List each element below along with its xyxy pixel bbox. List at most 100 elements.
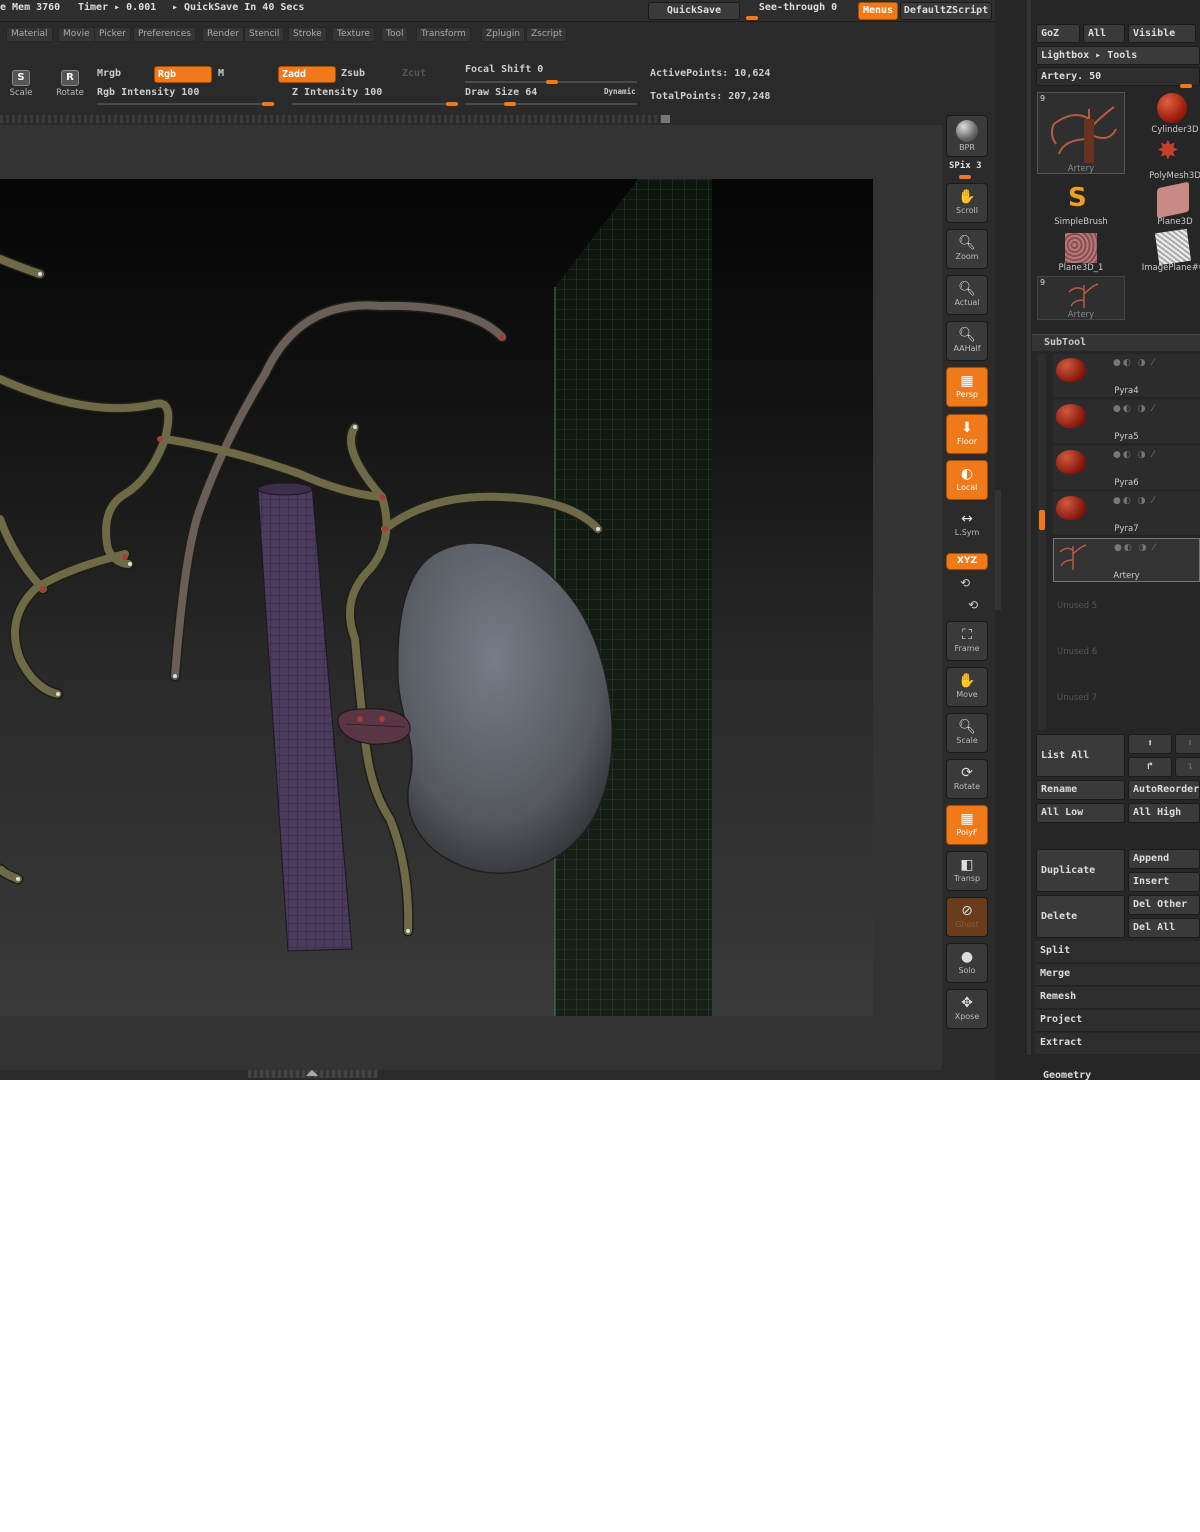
zsub-button[interactable]: Zsub: [341, 68, 365, 79]
imageplane-thumb-icon[interactable]: [1154, 228, 1192, 266]
goz-button[interactable]: GoZ: [1036, 24, 1080, 43]
bpr-button[interactable]: BPR: [946, 115, 988, 157]
current-tool-knob[interactable]: [1180, 84, 1192, 88]
floor-button[interactable]: ⬇ Floor: [946, 414, 988, 454]
del-other-button[interactable]: Del Other: [1128, 895, 1200, 915]
project-button[interactable]: Project: [1035, 1010, 1200, 1032]
scale-tool[interactable]: S Scale: [8, 70, 34, 98]
polyf-button[interactable]: ▦ PolyF: [946, 805, 988, 845]
rotate-tool[interactable]: R Rotate: [54, 70, 86, 98]
menu-item-movie[interactable]: Movie: [58, 27, 95, 42]
see-through-knob[interactable]: [746, 16, 758, 20]
xpose-button[interactable]: ✥ Xpose: [946, 989, 988, 1029]
split-button[interactable]: Split: [1035, 941, 1200, 963]
del-all-button[interactable]: Del All: [1128, 918, 1200, 938]
menu-item-stroke[interactable]: Stroke: [288, 27, 327, 42]
quicksave-button[interactable]: QuickSave: [648, 2, 740, 20]
xyz-button[interactable]: XYZ: [946, 553, 988, 570]
zadd-button[interactable]: Zadd: [278, 66, 336, 83]
actual-button[interactable]: 🔍︎ Actual: [946, 275, 988, 315]
polymesh3d-thumb-icon[interactable]: ✸: [1157, 137, 1179, 165]
subtool-toggle-icons[interactable]: ●◐ ◑ ⁄: [1113, 404, 1156, 414]
tool-thumb-artery-2[interactable]: 9 Artery: [1037, 276, 1125, 320]
subtool-scrollbar[interactable]: [1038, 354, 1046, 730]
plane3d-1-thumb-icon[interactable]: [1065, 233, 1097, 263]
menu-item-transform[interactable]: Transform: [416, 27, 471, 42]
autoreorder-button[interactable]: AutoReorder: [1128, 780, 1200, 800]
transp-button[interactable]: ◧ Transp: [946, 851, 988, 891]
menu-item-texture[interactable]: Texture: [332, 27, 375, 42]
goz-visible-button[interactable]: Visible: [1128, 24, 1196, 43]
move-button[interactable]: ✋ Move: [946, 667, 988, 707]
lsym-button[interactable]: ↔ L.Sym: [946, 506, 988, 546]
rgb-button[interactable]: Rgb: [154, 66, 212, 83]
menu-item-picker[interactable]: Picker: [94, 27, 131, 42]
subtool-item[interactable]: ●◐ ◑ ⁄ Pyra6: [1053, 446, 1200, 490]
menus-button[interactable]: Menus: [858, 2, 898, 20]
list-all-button[interactable]: List All: [1036, 734, 1125, 777]
scale-button[interactable]: 🔍︎ Scale: [946, 713, 988, 753]
rotate-button[interactable]: ⟳ Rotate: [946, 759, 988, 799]
persp-button[interactable]: ▦ Persp: [946, 367, 988, 407]
subtool-toggle-icons[interactable]: ●◐ ◑ ⁄: [1113, 450, 1156, 460]
frame-button[interactable]: ⛶ Frame: [946, 621, 988, 661]
goz-all-button[interactable]: All: [1083, 24, 1125, 43]
tool-thumb-artery[interactable]: 9 Artery: [1037, 92, 1125, 174]
see-through-slider[interactable]: See-through 0: [744, 1, 852, 19]
zoom-button[interactable]: 🔍︎ Zoom: [946, 229, 988, 269]
duplicate-button[interactable]: Duplicate: [1036, 849, 1125, 892]
ghost-button[interactable]: ⊘ Ghost: [946, 897, 988, 937]
menu-item-material[interactable]: Material: [6, 27, 53, 42]
zcut-button[interactable]: Zcut: [402, 68, 426, 79]
subtool-toggle-icons[interactable]: ●◐ ◑ ⁄: [1114, 543, 1157, 553]
rotate-y-icon[interactable]: ⟲: [960, 576, 970, 590]
insert-button[interactable]: Insert: [1128, 872, 1200, 892]
panel-collapse-handle[interactable]: [995, 490, 1001, 610]
subtool-header[interactable]: SubTool: [1032, 334, 1200, 351]
shelf-scroll-handle[interactable]: [661, 115, 670, 123]
rename-button[interactable]: Rename: [1036, 780, 1125, 800]
rgb-intensity-slider[interactable]: [97, 103, 275, 105]
tray-toggle-icon[interactable]: ◢◣: [300, 1069, 324, 1077]
redo-arrow-icon[interactable]: ↱: [1128, 757, 1172, 777]
menu-item-tool[interactable]: Tool: [381, 27, 409, 42]
subtool-item[interactable]: ●◐ ◑ ⁄ Pyra4: [1053, 354, 1200, 398]
delete-button[interactable]: Delete: [1036, 895, 1125, 938]
z-intensity-knob[interactable]: [446, 102, 458, 106]
unused-slot[interactable]: Unused 6: [1057, 647, 1097, 657]
rotate-z-icon[interactable]: ⟲: [968, 598, 978, 612]
draw-size-slider[interactable]: [465, 103, 637, 105]
append-button[interactable]: Append: [1128, 849, 1200, 869]
all-high-button[interactable]: All High: [1128, 803, 1200, 823]
dynamic-toggle[interactable]: Dynamic: [604, 87, 636, 96]
extract-button[interactable]: Extract: [1035, 1033, 1200, 1055]
menu-item-render[interactable]: Render: [202, 27, 245, 42]
lightbox-tools-button[interactable]: Lightbox ▸ Tools: [1036, 46, 1200, 65]
current-tool-slider[interactable]: Artery. 50: [1036, 67, 1200, 86]
default-zscript-button[interactable]: DefaultZScript: [900, 2, 992, 20]
m-button[interactable]: M: [218, 68, 224, 79]
lower-arrow-icon[interactable]: ↴: [1175, 757, 1200, 777]
geometry-header[interactable]: Geometry: [1043, 1070, 1091, 1080]
local-button[interactable]: ◐ Local: [946, 460, 988, 500]
cylinder3d-thumb-icon[interactable]: [1157, 93, 1187, 123]
unused-slot[interactable]: Unused 7: [1057, 693, 1097, 703]
menu-item-zscript[interactable]: Zscript: [526, 27, 568, 42]
mrgb-button[interactable]: Mrgb: [97, 68, 121, 79]
subtool-item[interactable]: ●◐ ◑ ⁄ Pyra7: [1053, 492, 1200, 536]
subtool-toggle-icons[interactable]: ●◐ ◑ ⁄: [1113, 358, 1156, 368]
move-up-icon[interactable]: ⬆: [1128, 734, 1172, 754]
rgb-intensity-knob[interactable]: [262, 102, 274, 106]
all-low-button[interactable]: All Low: [1036, 803, 1125, 823]
scroll-button[interactable]: ✋ Scroll: [946, 183, 988, 223]
subtool-item[interactable]: ●◐ ◑ ⁄ Pyra5: [1053, 400, 1200, 444]
merge-button[interactable]: Merge: [1035, 964, 1200, 986]
subtool-scroll-thumb[interactable]: [1039, 510, 1045, 530]
unused-slot[interactable]: Unused 5: [1057, 601, 1097, 611]
remesh-button[interactable]: Remesh: [1035, 987, 1200, 1009]
simplebrush-thumb-icon[interactable]: S: [1068, 184, 1087, 212]
menu-item-preferences[interactable]: Preferences: [133, 27, 196, 42]
move-down-icon[interactable]: ⬇: [1175, 734, 1200, 754]
subtool-toggle-icons[interactable]: ●◐ ◑ ⁄: [1113, 496, 1156, 506]
document-viewport[interactable]: [0, 179, 873, 1016]
